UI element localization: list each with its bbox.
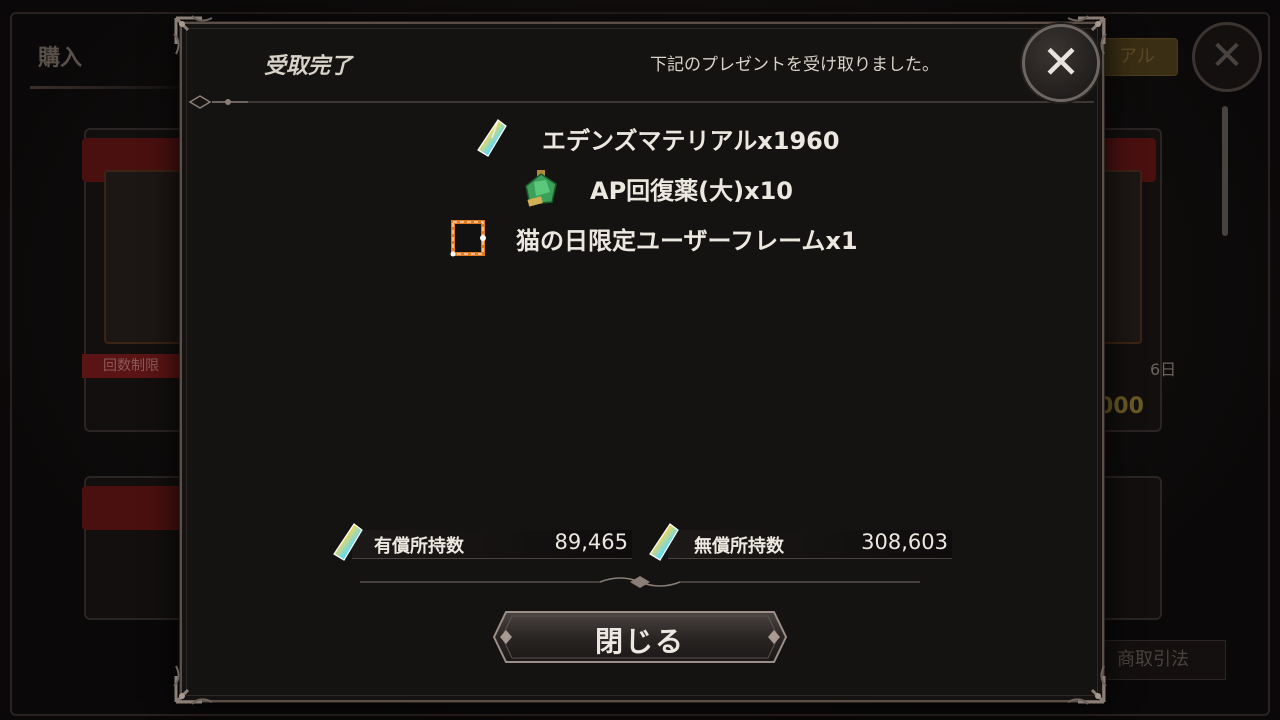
title-divider <box>188 95 1094 109</box>
crystal-icon <box>477 119 507 157</box>
close-x-icon[interactable]: ✕ <box>1022 24 1100 102</box>
crystal-icon <box>333 523 363 561</box>
free-balance-value: 308,603 <box>861 530 948 554</box>
reward-item: AP回復薬(大)x10 <box>522 168 793 208</box>
reward-item: 猫の日限定ユーザーフレームx1 <box>448 218 858 258</box>
reward-item: エデンズマテリアルx1960 <box>476 118 840 158</box>
paid-balance-value: 89,465 <box>554 530 628 554</box>
shop-title: 購入 <box>38 46 83 71</box>
limit-badge: 回数制限 <box>82 354 180 378</box>
shop-scrollbar[interactable] <box>1222 106 1228 236</box>
crystal-icon <box>649 523 679 561</box>
dialog-subtitle: 下記のプレゼントを受け取りました。 <box>650 55 939 75</box>
green-potion-icon <box>525 170 557 207</box>
bottom-divider <box>360 576 920 588</box>
ornament-corner-icon <box>1058 656 1108 706</box>
ornament-corner-icon <box>172 14 222 64</box>
ornament-corner-icon <box>172 656 222 706</box>
card-days: 6日 <box>1150 360 1177 379</box>
shop-tab[interactable]: アル <box>1096 38 1178 76</box>
card-price: 000 <box>1098 394 1144 419</box>
free-balance-label: 無償所持数 <box>694 536 784 557</box>
reward-label: AP回復薬(大)x10 <box>590 176 793 205</box>
paid-balance: 有償所持数 89,465 <box>332 523 632 561</box>
free-balance: 無償所持数 308,603 <box>648 523 952 561</box>
close-button-label: 閉じる <box>594 625 685 658</box>
user-frame-icon <box>450 220 486 257</box>
shop-close-icon[interactable]: ✕ <box>1192 22 1262 92</box>
reward-label: 猫の日限定ユーザーフレームx1 <box>516 226 858 255</box>
dialog-title: 受取完了 <box>264 54 353 79</box>
reward-label: エデンズマテリアルx1960 <box>542 126 840 155</box>
close-button[interactable]: 閉じる <box>492 608 788 666</box>
paid-balance-label: 有償所持数 <box>374 536 464 557</box>
